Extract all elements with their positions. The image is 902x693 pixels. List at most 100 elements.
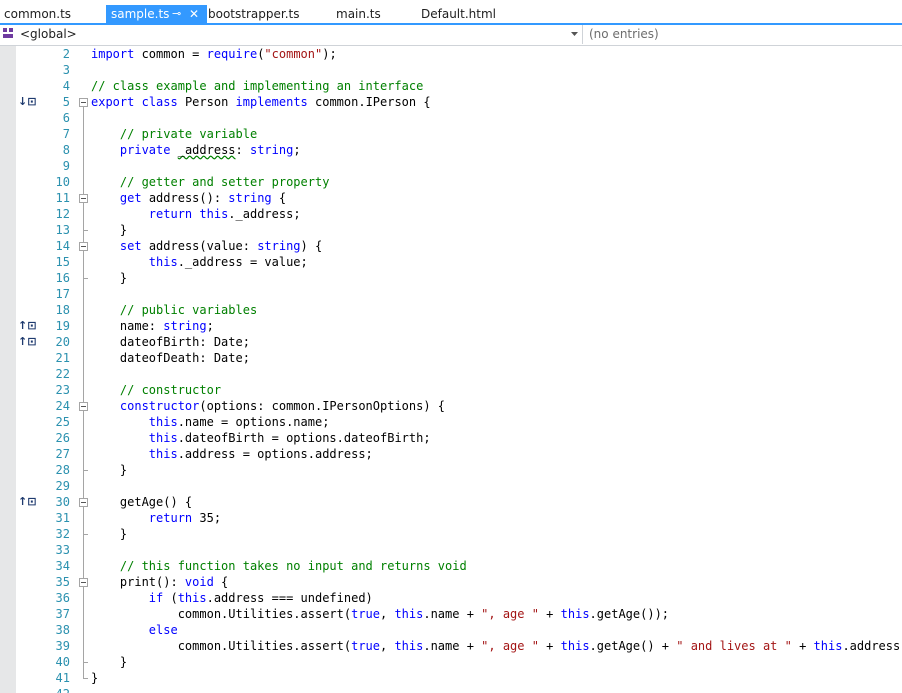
- collapse-region-toggle[interactable]: [79, 578, 88, 587]
- code-editor[interactable]: 2 import common = require("common"); 3 4// …: [0, 46, 902, 693]
- line-number: 14: [55, 239, 70, 253]
- pin-icon[interactable]: ⊸: [172, 5, 181, 23]
- line-number: 28: [55, 463, 70, 477]
- line-number: 11: [55, 191, 70, 205]
- code-line[interactable]: 8 private _address: string;: [0, 142, 902, 158]
- line-number: 34: [55, 559, 70, 573]
- code-line[interactable]: 17: [0, 286, 902, 302]
- line-number: 42: [30, 686, 70, 693]
- scope-dropdown[interactable]: <global>: [0, 25, 583, 44]
- tab-main-ts[interactable]: main.ts: [336, 5, 381, 23]
- code-line[interactable]: 25 this.name = options.name;: [0, 414, 902, 430]
- code-line[interactable]: 6: [0, 110, 902, 126]
- code-line[interactable]: 36 if (this.address === undefined): [0, 590, 902, 606]
- line-number: 36: [55, 591, 70, 605]
- code-line[interactable]: 13 }: [0, 222, 902, 238]
- code-line[interactable]: 11 get address(): string {: [0, 190, 902, 206]
- tab-common-ts[interactable]: common.ts: [4, 5, 71, 23]
- code-line[interactable]: 38 else: [0, 622, 902, 638]
- code-line[interactable]: 9: [0, 158, 902, 174]
- collapse-region-toggle[interactable]: [79, 402, 88, 411]
- code-line[interactable]: 42: [0, 686, 902, 693]
- code-line[interactable]: 3: [0, 62, 902, 78]
- code-line[interactable]: 31 return 35;: [0, 510, 902, 526]
- code-line[interactable]: 32 }: [0, 526, 902, 542]
- code-line[interactable]: 4 // class example and implementing an in…: [0, 78, 902, 94]
- code-text: // constructor: [119, 383, 222, 397]
- line-number: 3: [62, 63, 70, 77]
- code-line[interactable]: 21 dateofDeath: Date;: [0, 350, 902, 366]
- code-line[interactable]: 7 // private variable: [0, 126, 902, 142]
- collapse-region-toggle[interactable]: [79, 98, 88, 107]
- code-line[interactable]: 34 // this function takes no input and r…: [0, 558, 902, 574]
- close-icon[interactable]: ✕: [189, 5, 199, 23]
- line-number: 6: [62, 111, 70, 125]
- code-line[interactable]: 19 name: string;: [0, 318, 902, 334]
- line-number: 12: [55, 207, 70, 221]
- code-text: return this._address;: [148, 207, 301, 221]
- code-text: import common = require("common");: [91, 47, 337, 61]
- code-line[interactable]: 2 import common = require("common");: [0, 46, 902, 62]
- code-text: }: [91, 671, 99, 685]
- implements-up-icon[interactable]: ↑⊡: [18, 334, 36, 350]
- code-line[interactable]: 10 // getter and setter property: [0, 174, 902, 190]
- code-line[interactable]: 30 getAge() {: [0, 494, 902, 510]
- collapse-region-toggle[interactable]: [79, 194, 88, 203]
- code-line[interactable]: 20 dateofBirth: Date;: [0, 334, 902, 350]
- code-text: }: [91, 463, 128, 477]
- code-line[interactable]: 12 return this._address;: [0, 206, 902, 222]
- code-line[interactable]: 27 this.address = options.address;: [0, 446, 902, 462]
- code-line[interactable]: 22: [0, 366, 902, 382]
- code-text: this.address = options.address;: [148, 447, 373, 461]
- fold-guide-end: [83, 230, 88, 231]
- code-line[interactable]: 5 export class Person implements common.I…: [0, 94, 902, 110]
- members-value: (no entries): [589, 27, 659, 41]
- line-number: 16: [55, 271, 70, 285]
- line-number: 31: [55, 511, 70, 525]
- fold-guide-line: [83, 411, 84, 470]
- code-text: name: string;: [91, 319, 214, 333]
- code-line[interactable]: 28 }: [0, 462, 902, 478]
- fold-guide-line: [83, 587, 84, 662]
- line-number: 4: [62, 79, 70, 93]
- collapse-region-toggle[interactable]: [79, 242, 88, 251]
- line-number: 39: [55, 639, 70, 653]
- code-line[interactable]: 24 constructor(options: common.IPersonOp…: [0, 398, 902, 414]
- code-line[interactable]: 39 common.Utilities.assert(true, this.na…: [0, 638, 902, 654]
- fold-guide-line: [83, 251, 84, 278]
- code-text: // this function takes no input and retu…: [119, 559, 467, 573]
- code-line[interactable]: 33: [0, 542, 902, 558]
- namespace-icon: [3, 28, 13, 38]
- code-line[interactable]: 23 // constructor: [0, 382, 902, 398]
- code-line[interactable]: 37 common.Utilities.assert(true, this.na…: [0, 606, 902, 622]
- code-line[interactable]: 41}: [0, 670, 902, 686]
- code-line[interactable]: 35 print(): void {: [0, 574, 902, 590]
- tab-sample-ts[interactable]: sample.ts ⊸ ✕: [106, 5, 207, 23]
- code-text: print(): void {: [91, 575, 229, 589]
- line-number: 29: [55, 479, 70, 493]
- members-dropdown[interactable]: (no entries): [584, 25, 902, 44]
- code-line[interactable]: 18 // public variables: [0, 302, 902, 318]
- tab-default-html[interactable]: Default.html: [421, 5, 496, 23]
- line-number: 18: [55, 303, 70, 317]
- scope-value: <global>: [20, 27, 77, 41]
- code-line[interactable]: 26 this.dateofBirth = options.dateofBirt…: [0, 430, 902, 446]
- fold-guide-end: [83, 278, 88, 279]
- implements-down-icon[interactable]: ↓⊡: [18, 94, 36, 110]
- implements-up-icon[interactable]: ↑⊡: [18, 318, 36, 334]
- line-number: 2: [62, 47, 70, 61]
- line-number: 17: [55, 287, 70, 301]
- code-text: get address(): string {: [119, 191, 287, 205]
- code-text: else: [148, 623, 178, 637]
- code-line[interactable]: 15 this._address = value;: [0, 254, 902, 270]
- code-line[interactable]: 14 set address(value: string) {: [0, 238, 902, 254]
- code-line[interactable]: 40 }: [0, 654, 902, 670]
- code-line[interactable]: 29: [0, 478, 902, 494]
- tab-bootstrapper-ts[interactable]: bootstrapper.ts: [208, 5, 299, 23]
- line-number: 8: [62, 143, 70, 157]
- code-line[interactable]: 16 }: [0, 270, 902, 286]
- code-text: if (this.address === undefined): [148, 591, 373, 605]
- fold-guide-end: [83, 470, 88, 471]
- collapse-region-toggle[interactable]: [79, 498, 88, 507]
- implements-up-icon[interactable]: ↑⊡: [18, 494, 36, 510]
